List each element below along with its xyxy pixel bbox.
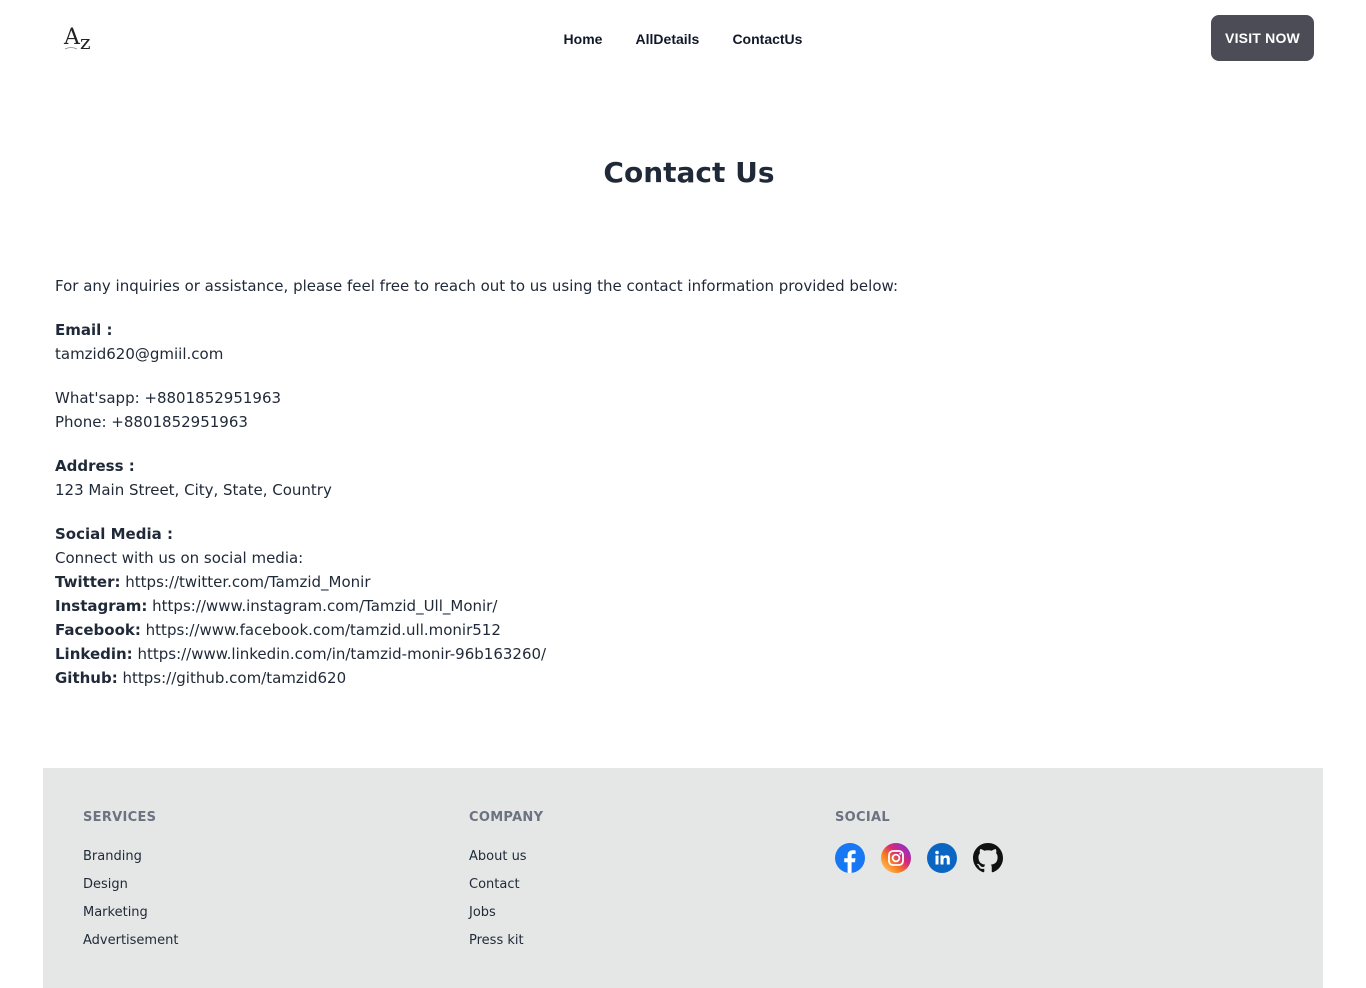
email-label: Email : (55, 321, 113, 339)
social-row-linkedin: Linkedin: https://www.linkedin.com/in/ta… (55, 642, 955, 666)
social-label: Social Media : (55, 525, 173, 543)
footer-services: SERVICES Branding Design Marketing Adver… (83, 810, 178, 955)
facebook-icon[interactable] (835, 843, 865, 873)
navbar: A z Home AllDetails ContactUs VISIT NOW (0, 0, 1366, 76)
contact-content: For any inquiries or assistance, please … (55, 274, 955, 710)
page-title: Contact Us (603, 156, 775, 189)
social-row-twitter: Twitter: https://twitter.com/Tamzid_Moni… (55, 570, 955, 594)
footer-link-contact[interactable]: Contact (469, 871, 543, 899)
address-block: Address : 123 Main Street, City, State, … (55, 454, 955, 502)
phone-block: What'sapp: +8801852951963 Phone: +880185… (55, 386, 955, 434)
footer-company: COMPANY About us Contact Jobs Press kit (469, 810, 543, 955)
instagram-icon[interactable] (881, 843, 911, 873)
linkedin-label: Linkedin: (55, 645, 133, 663)
social-row-instagram: Instagram: https://www.instagram.com/Tam… (55, 594, 955, 618)
social-block: Social Media : Connect with us on social… (55, 522, 955, 690)
nav-home-link[interactable]: Home (564, 31, 603, 47)
facebook-label: Facebook: (55, 621, 141, 639)
footer-link-advertisement[interactable]: Advertisement (83, 927, 178, 955)
phone-text: Phone: +8801852951963 (55, 413, 248, 431)
email-value: tamzid620@gmiil.com (55, 345, 224, 363)
footer-link-marketing[interactable]: Marketing (83, 899, 178, 927)
footer-link-design[interactable]: Design (83, 871, 178, 899)
company-heading: COMPANY (469, 810, 544, 825)
footer: SERVICES Branding Design Marketing Adver… (43, 768, 1323, 988)
twitter-url: https://twitter.com/Tamzid_Monir (125, 573, 371, 591)
social-row-github: Github: https://github.com/tamzid620 (55, 666, 955, 690)
footer-social: SOCIAL (835, 810, 1003, 873)
intro-text: For any inquiries or assistance, please … (55, 277, 898, 295)
github-url: https://github.com/tamzid620 (122, 669, 347, 687)
social-heading: SOCIAL (835, 810, 890, 825)
address-value: 123 Main Street, City, State, Country (55, 481, 332, 499)
social-row-facebook: Facebook: https://www.facebook.com/tamzi… (55, 618, 955, 642)
github-label: Github: (55, 669, 118, 687)
footer-link-about-us[interactable]: About us (469, 843, 543, 871)
facebook-url: https://www.facebook.com/tamzid.ull.moni… (145, 621, 501, 639)
twitter-label: Twitter: (55, 573, 121, 591)
visit-now-button[interactable]: VISIT NOW (1211, 15, 1314, 61)
footer-link-jobs[interactable]: Jobs (469, 899, 543, 927)
whatsapp-text: What'sapp: +8801852951963 (55, 389, 282, 407)
social-icons (835, 843, 1003, 873)
github-icon[interactable] (973, 843, 1003, 873)
linkedin-icon[interactable] (927, 843, 957, 873)
address-label: Address : (55, 457, 135, 475)
social-intro: Connect with us on social media: (55, 549, 304, 567)
footer-link-branding[interactable]: Branding (83, 843, 178, 871)
footer-link-press-kit[interactable]: Press kit (469, 927, 543, 955)
instagram-label: Instagram: (55, 597, 148, 615)
services-heading: SERVICES (83, 810, 157, 825)
nav-links: Home AllDetails ContactUs (0, 29, 1366, 48)
linkedin-url: https://www.linkedin.com/in/tamzid-monir… (137, 645, 547, 663)
nav-contactus-link[interactable]: ContactUs (732, 31, 802, 47)
email-block: Email : tamzid620@gmiil.com (55, 318, 955, 366)
nav-alldetails-link[interactable]: AllDetails (636, 31, 700, 47)
instagram-url: https://www.instagram.com/Tamzid_Ull_Mon… (152, 597, 498, 615)
